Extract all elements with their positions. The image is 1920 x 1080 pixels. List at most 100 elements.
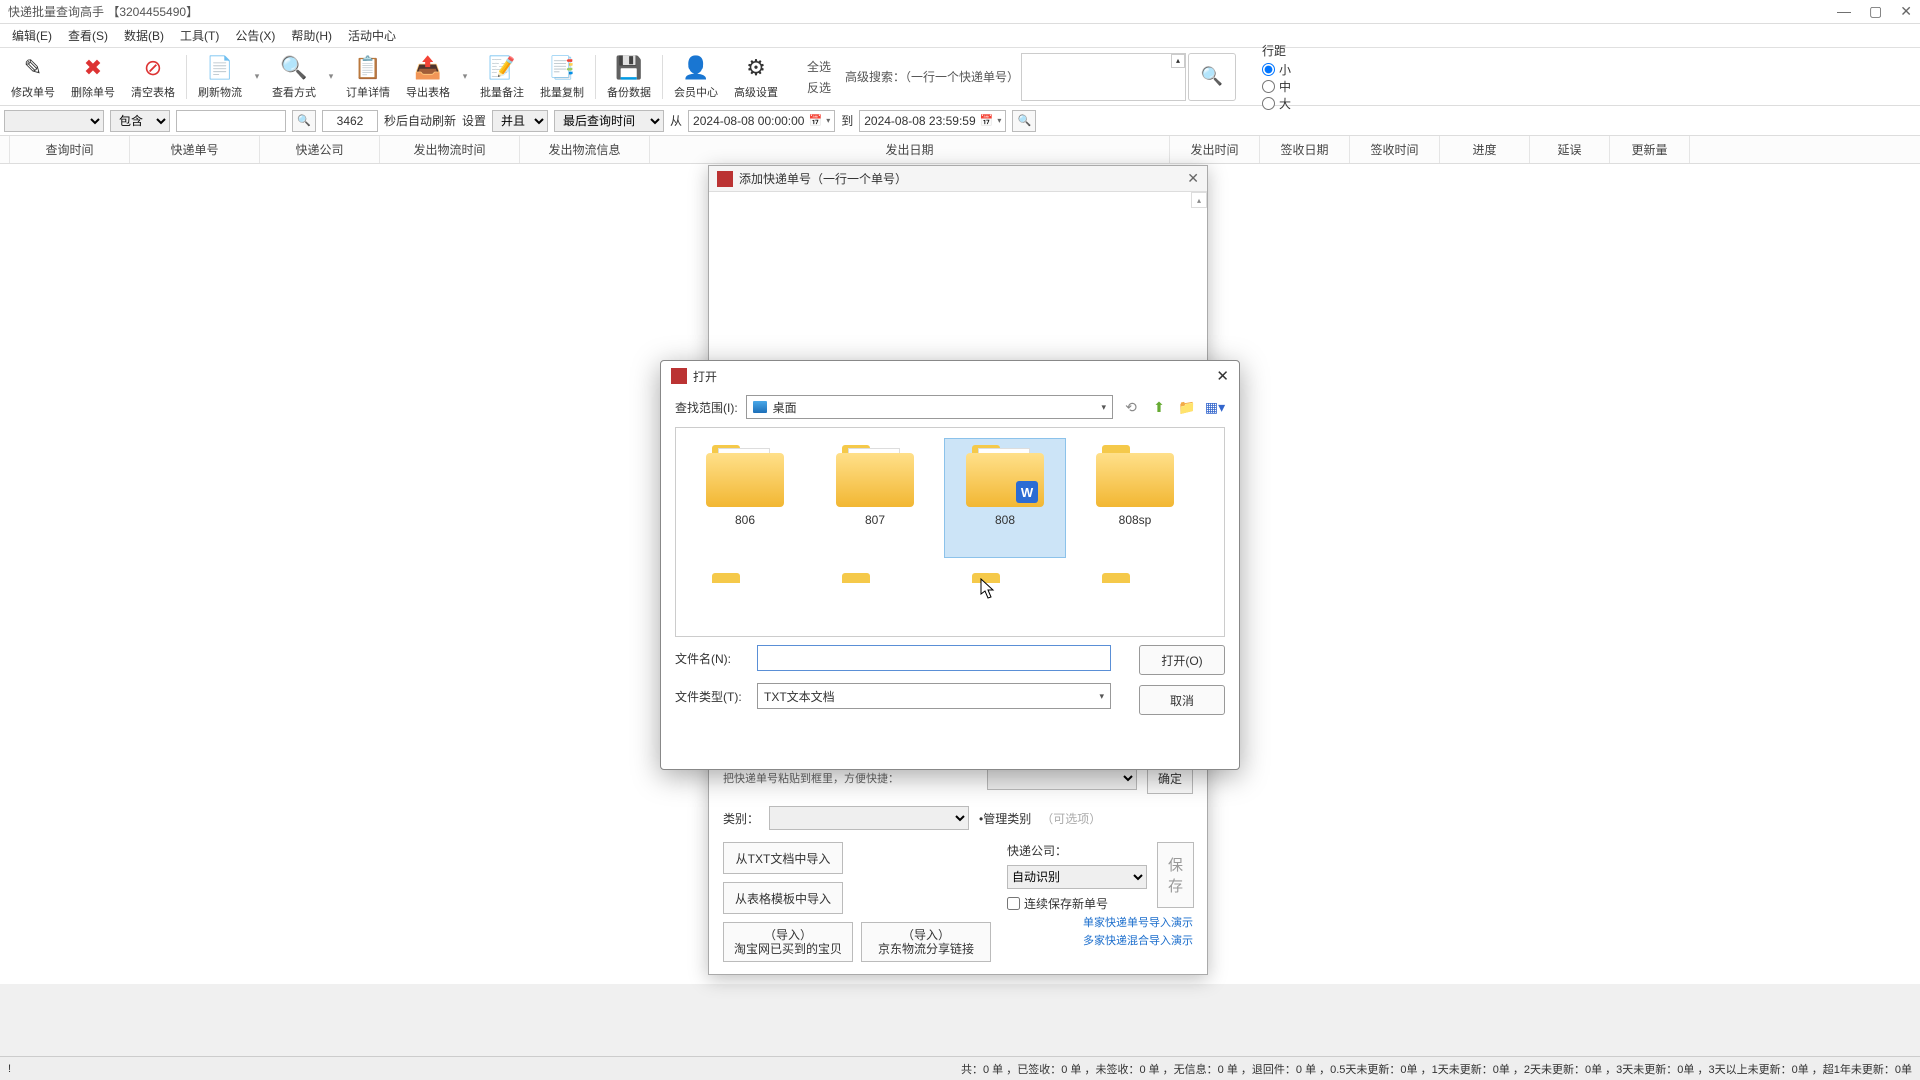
menu-notice[interactable]: 公告(X): [227, 25, 283, 46]
and-select[interactable]: 并且: [492, 110, 548, 132]
date-to-input[interactable]: 2024-08-08 23:59:59📅▾: [859, 110, 1006, 132]
modify-button[interactable]: ✎修改单号: [4, 50, 62, 104]
filter-bar: 包含 🔍 3462 秒后自动刷新 设置 并且 最后查询时间 从 2024-08-…: [0, 106, 1920, 136]
folder-item[interactable]: [814, 566, 936, 586]
backup-button[interactable]: 💾备份数据: [600, 50, 658, 104]
filter-search-button[interactable]: 🔍: [292, 110, 316, 132]
selectall-link[interactable]: 全选: [807, 58, 831, 75]
batchcopy-button[interactable]: 📑批量复制: [533, 50, 591, 104]
linespacing-small[interactable]: 小: [1262, 61, 1291, 78]
member-button[interactable]: 👤会员中心: [667, 50, 725, 104]
maximize-button[interactable]: ▢: [1869, 3, 1882, 20]
keep-checkbox[interactable]: 连续保存新单号: [1007, 895, 1147, 912]
calendar-icon: 📅: [980, 114, 994, 127]
batchremark-button[interactable]: 📝批量备注: [473, 50, 531, 104]
desktop-icon: [753, 401, 767, 413]
advset-button[interactable]: ⚙高级设置: [727, 50, 785, 104]
export-dropdown[interactable]: ▾: [459, 48, 471, 105]
viewmode-button[interactable]: 🔍查看方式: [265, 50, 323, 104]
folder-item[interactable]: [1074, 566, 1196, 586]
menu-help[interactable]: 帮助(H): [283, 25, 340, 46]
viewmode-dropdown[interactable]: ▾: [325, 48, 337, 105]
column-header[interactable]: 发出日期: [650, 136, 1170, 163]
filter-value-input[interactable]: [176, 110, 286, 132]
field-select[interactable]: [4, 110, 104, 132]
menu-data[interactable]: 数据(B): [116, 25, 172, 46]
date-from-input[interactable]: 2024-08-08 00:00:00📅▾: [688, 110, 835, 132]
pencil-icon: ✎: [19, 54, 47, 82]
column-header[interactable]: 发出物流信息: [520, 136, 650, 163]
refresh-button[interactable]: 📄刷新物流: [191, 50, 249, 104]
list-icon: 📋: [354, 54, 382, 82]
menu-view[interactable]: 查看(S): [60, 25, 116, 46]
folder-item-selected[interactable]: W 808: [944, 438, 1066, 558]
column-header[interactable]: 延误: [1530, 136, 1610, 163]
demo-link-single[interactable]: 单家快递单号导入演示: [1083, 914, 1193, 930]
date-search-button[interactable]: 🔍: [1012, 110, 1036, 132]
manage-category-link[interactable]: •管理类别: [979, 810, 1031, 827]
line-spacing-group: 行距 小 中 大: [1262, 42, 1291, 112]
import-xls-button[interactable]: 从表格模板中导入: [723, 882, 843, 914]
linespacing-large[interactable]: 大: [1262, 95, 1291, 112]
cancel-button[interactable]: 取消: [1139, 685, 1225, 715]
count-display: 3462: [322, 110, 378, 132]
up-button[interactable]: ⬆: [1149, 397, 1169, 417]
folder-item[interactable]: 807: [814, 438, 936, 558]
lastquery-select[interactable]: 最后查询时间: [554, 110, 664, 132]
category-select[interactable]: [769, 806, 969, 830]
column-header[interactable]: 签收日期: [1260, 136, 1350, 163]
import-txt-button[interactable]: 从TXT文档中导入: [723, 842, 843, 874]
forbidden-icon: ⊘: [139, 54, 167, 82]
menubar: 编辑(E) 查看(S) 数据(B) 工具(T) 公告(X) 帮助(H) 活动中心: [0, 24, 1920, 48]
linespacing-medium[interactable]: 中: [1262, 78, 1291, 95]
grid-header: 查询时间快递单号快递公司发出物流时间发出物流信息发出日期发出时间签收日期签收时间…: [0, 136, 1920, 164]
column-header[interactable]: 更新量: [1610, 136, 1690, 163]
column-header[interactable]: 发出物流时间: [380, 136, 520, 163]
invert-link[interactable]: 反选: [807, 79, 831, 96]
column-header[interactable]: 查询时间: [10, 136, 130, 163]
chevron-down-icon: ▾: [1099, 691, 1104, 702]
window-title: 快递批量查询高手 【3204455490】: [8, 3, 1837, 20]
folder-item[interactable]: [684, 566, 806, 586]
location-combo[interactable]: 桌面 ▾: [746, 395, 1113, 419]
filetype-combo[interactable]: TXT文本文档▾: [757, 683, 1111, 709]
demo-link-multi[interactable]: 多家快递混合导入演示: [1083, 932, 1193, 948]
open-button[interactable]: 打开(O): [1139, 645, 1225, 675]
company-select[interactable]: 自动识别: [1007, 865, 1147, 889]
advsearch-button[interactable]: 🔍: [1188, 53, 1236, 101]
save-button[interactable]: 保存: [1157, 842, 1194, 908]
refresh-dropdown[interactable]: ▾: [251, 48, 263, 105]
delete-button[interactable]: ✖删除单号: [64, 50, 122, 104]
column-header[interactable]: 签收时间: [1350, 136, 1440, 163]
scroll-up-icon[interactable]: ▴: [1171, 54, 1185, 68]
file-list[interactable]: 806 807 W 808 808sp: [675, 427, 1225, 637]
filename-input[interactable]: [757, 645, 1111, 671]
clear-button[interactable]: ⊘清空表格: [124, 50, 182, 104]
advsearch-textarea[interactable]: ▴: [1021, 53, 1186, 101]
column-header[interactable]: 发出时间: [1170, 136, 1260, 163]
folder-item[interactable]: 806: [684, 438, 806, 558]
new-folder-button[interactable]: 📁: [1177, 397, 1197, 417]
view-menu-button[interactable]: ▦▾: [1205, 397, 1225, 417]
export-icon: 📤: [414, 54, 442, 82]
column-header[interactable]: 快递公司: [260, 136, 380, 163]
open-dialog-close-button[interactable]: ✕: [1216, 367, 1229, 385]
menu-activity[interactable]: 活动中心: [340, 25, 404, 46]
export-button[interactable]: 📤导出表格: [399, 50, 457, 104]
settings-link[interactable]: 设置: [462, 112, 486, 129]
back-button[interactable]: ⟲: [1121, 397, 1141, 417]
folder-icon: [706, 445, 784, 507]
add-dialog-close-button[interactable]: ✕: [1187, 170, 1199, 187]
folder-item[interactable]: [944, 566, 1066, 586]
orderdetail-button[interactable]: 📋订单详情: [339, 50, 397, 104]
close-window-button[interactable]: ✕: [1900, 3, 1912, 20]
minimize-button[interactable]: —: [1837, 3, 1851, 20]
menu-tools[interactable]: 工具(T): [172, 25, 227, 46]
user-icon: 👤: [682, 54, 710, 82]
menu-edit[interactable]: 编辑(E): [4, 25, 60, 46]
column-header[interactable]: 进度: [1440, 136, 1530, 163]
scroll-up-icon[interactable]: ▴: [1191, 192, 1207, 208]
contain-select[interactable]: 包含: [110, 110, 170, 132]
folder-item[interactable]: 808sp: [1074, 438, 1196, 558]
column-header[interactable]: 快递单号: [130, 136, 260, 163]
